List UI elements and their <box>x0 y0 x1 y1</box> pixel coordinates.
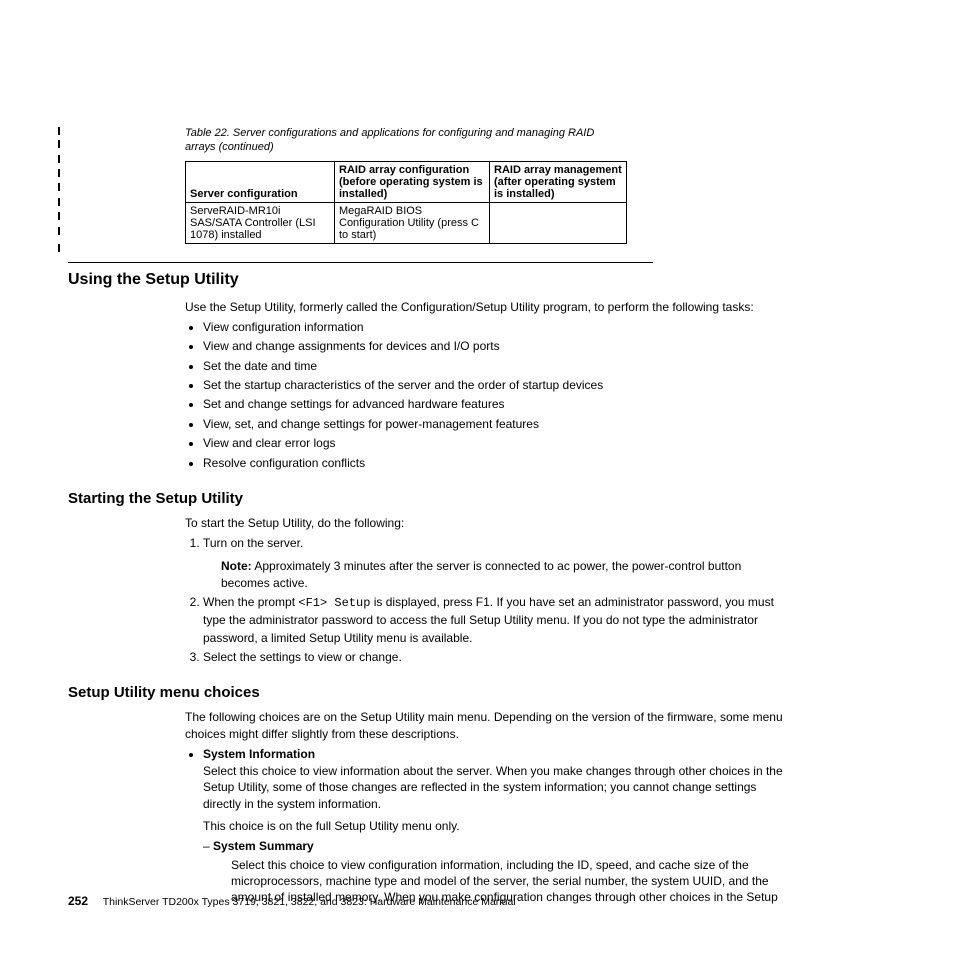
revision-bar <box>58 155 60 163</box>
section2-intro: To start the Setup Utility, do the follo… <box>185 515 784 531</box>
th-raid-config: RAID array configuration (before operati… <box>335 161 490 202</box>
note-label: Note: <box>221 559 252 573</box>
revision-bar <box>58 212 60 220</box>
list-item: View configuration information <box>203 319 784 336</box>
revision-bar <box>58 127 60 135</box>
revision-bar <box>58 198 60 206</box>
item1-p1: Select this choice to view information a… <box>203 763 784 812</box>
section1-intro: Use the Setup Utility, formerly called t… <box>185 299 784 315</box>
table-caption: Table 22. Server configurations and appl… <box>185 126 595 155</box>
revision-bar <box>58 140 60 148</box>
item1-p2: This choice is on the full Setup Utility… <box>203 818 784 834</box>
heading-starting-setup-utility: Starting the Setup Utility <box>68 490 784 507</box>
step-3: Select the settings to view or change. <box>203 649 784 666</box>
step-2: When the prompt <F1> Setup is displayed,… <box>203 594 784 647</box>
step-2-pre: When the prompt <box>203 595 298 609</box>
raid-table: Server configuration RAID array configur… <box>185 161 627 244</box>
step-1-text: Turn on the server. <box>203 536 303 550</box>
heading-setup-utility-menu-choices: Setup Utility menu choices <box>68 684 784 701</box>
list-item: View and clear error logs <box>203 435 784 452</box>
section1-body: Use the Setup Utility, formerly called t… <box>185 299 784 472</box>
heading-using-setup-utility: Using the Setup Utility <box>68 271 784 289</box>
page-number: 252 <box>68 894 88 908</box>
revision-bar <box>58 227 60 235</box>
step-1: Turn on the server. Note: Approximately … <box>203 535 784 591</box>
revision-bar <box>58 169 60 177</box>
section3-items: System Information Select this choice to… <box>185 746 784 906</box>
footer-text: ThinkServer TD200x Types 3719, 3821, 382… <box>103 896 516 908</box>
table-header-row: Server configuration RAID array configur… <box>186 161 627 202</box>
section2-body: To start the Setup Utility, do the follo… <box>185 515 784 667</box>
step-1-note: Note: Approximately 3 minutes after the … <box>221 558 784 590</box>
menu-item-title: System Information <box>203 747 315 761</box>
section3-intro: The following choices are on the Setup U… <box>185 709 784 741</box>
list-item: Set the startup characteristics of the s… <box>203 377 784 394</box>
section3-body: The following choices are on the Setup U… <box>185 709 784 905</box>
cell-raid-mgmt <box>490 202 627 243</box>
cell-raid-config: MegaRAID BIOS Configuration Utility (pre… <box>335 202 490 243</box>
note-body: Approximately 3 minutes after the server… <box>221 559 741 589</box>
revision-bar <box>58 183 60 191</box>
table-row: ServeRAID-MR10i SAS/SATA Controller (LSI… <box>186 202 627 243</box>
cell-server-config: ServeRAID-MR10i SAS/SATA Controller (LSI… <box>186 202 335 243</box>
th-server-config: Server configuration <box>186 161 335 202</box>
list-item: Set the date and time <box>203 358 784 375</box>
th-raid-mgmt: RAID array management (after operating s… <box>490 161 627 202</box>
list-item: Set and change settings for advanced har… <box>203 396 784 413</box>
menu-item-system-information: System Information Select this choice to… <box>203 746 784 906</box>
list-item: View, set, and change settings for power… <box>203 416 784 433</box>
list-item: Resolve configuration conflicts <box>203 455 784 472</box>
list-item: View and change assignments for devices … <box>203 338 784 355</box>
section2-steps: Turn on the server. Note: Approximately … <box>185 535 784 666</box>
revision-bar <box>58 244 60 252</box>
page-footer: 252 ThinkServer TD200x Types 3719, 3821,… <box>68 894 516 908</box>
step-2-code: <F1> Setup <box>298 596 370 610</box>
section-divider <box>68 262 653 263</box>
section1-bullets: View configuration information View and … <box>185 319 784 472</box>
page-content: Table 22. Server configurations and appl… <box>0 0 954 905</box>
menu-item-desc: Select this choice to view information a… <box>203 763 784 834</box>
subitem-title: System Summary <box>213 839 314 853</box>
note-paragraph: Note: Approximately 3 minutes after the … <box>221 558 784 590</box>
